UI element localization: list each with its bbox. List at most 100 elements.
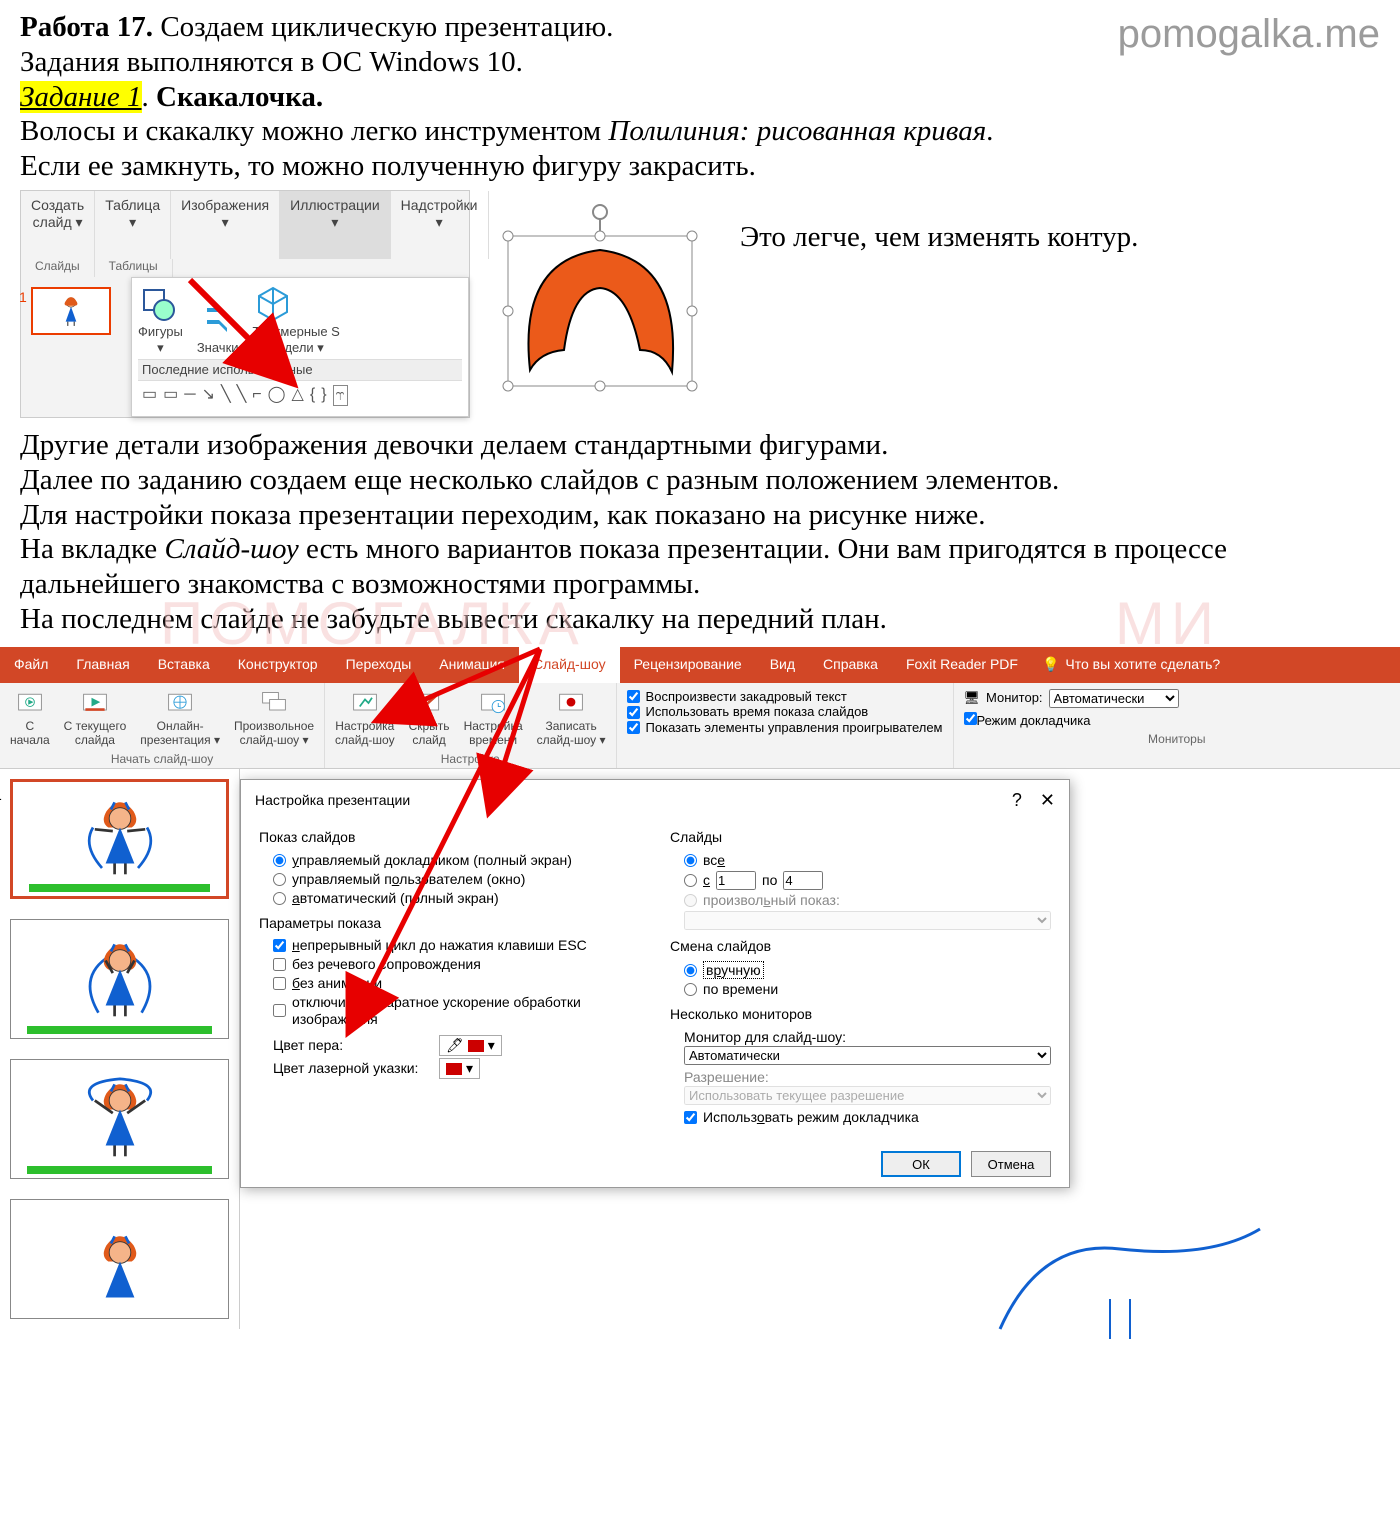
watermark: pomogalka.me	[1118, 10, 1380, 58]
close-icon[interactable]: ✕	[1040, 790, 1055, 812]
recent-shapes-header: Последние использованные	[138, 359, 462, 381]
ribbon-btn-newslide[interactable]: Создать слайд ▾	[21, 191, 95, 259]
girl-icon	[75, 1223, 165, 1318]
show-type-label: Показ слайдов	[259, 829, 640, 846]
radio-kiosk[interactable]: автоматический (полный экран)	[273, 890, 640, 907]
ribbon-tabs: Файл Главная Вставка Конструктор Переход…	[0, 647, 1400, 683]
ribbon-btn-images[interactable]: Изображения ▾	[171, 191, 280, 259]
radio-custom-show[interactable]: произвольный показ:	[684, 892, 1051, 909]
scribble-icon	[980, 1219, 1280, 1339]
drop-shapes[interactable]: Фигуры▾	[138, 284, 183, 355]
btn-record[interactable]: Записать слайд-шоу ▾	[537, 689, 606, 748]
chk-presenter-dialog[interactable]: Использовать режим докладчика	[684, 1109, 1051, 1126]
btn-setup-show[interactable]: Настройка слайд-шоу	[335, 689, 395, 748]
girl-icon	[55, 295, 87, 327]
slide-thumbnail[interactable]: 1	[31, 287, 111, 335]
radio-user[interactable]: управляемый пользователем (окно)	[273, 871, 640, 888]
radio-all[interactable]: все	[684, 852, 1051, 869]
slide-panel: 1 2	[0, 769, 240, 1329]
tell-me[interactable]: 💡 Что вы хотите сделать?	[1042, 656, 1220, 673]
tab-file[interactable]: Файл	[0, 647, 62, 683]
group-label: Начать слайд-шоу	[10, 752, 314, 766]
slide-thumb-1[interactable]: 1	[10, 779, 229, 899]
cancel-button[interactable]: Отмена	[971, 1151, 1051, 1177]
btn-rehearse[interactable]: Настройка времени	[464, 689, 523, 748]
ribbon-btn-illustrations[interactable]: Иллюстрации ▾	[280, 191, 391, 259]
girl-icon	[75, 1071, 165, 1166]
tab-design[interactable]: Конструктор	[224, 647, 332, 683]
monitor-icon: 🖥	[964, 690, 981, 706]
girl-icon	[75, 931, 165, 1026]
lightbulb-icon: 💡	[1042, 656, 1059, 673]
ok-button[interactable]: ОК	[881, 1151, 961, 1177]
spin-from[interactable]	[716, 871, 756, 890]
custom-show-select	[684, 911, 1051, 930]
mon-for-label: Монитор для слайд-шоу:	[684, 1029, 1051, 1046]
drop-3d[interactable]: Трехмерные S модели ▾	[253, 284, 340, 355]
ribbon: С начала С текущего слайда Онлайн- презе…	[0, 683, 1400, 769]
slide-thumb-2[interactable]: 2	[10, 919, 229, 1039]
shapes-icon	[138, 284, 178, 324]
monitor-select[interactable]: Автоматически	[1049, 689, 1179, 708]
help-icon[interactable]: ?	[1012, 790, 1022, 812]
btn-custom[interactable]: Произвольное слайд-шоу ▾	[234, 689, 314, 748]
laser-color-picker[interactable]: ▾	[439, 1058, 480, 1079]
powerpoint-app: Файл Главная Вставка Конструктор Переход…	[0, 647, 1400, 1329]
radio-presenter[interactable]: управляемый докладчиком (полный экран)	[273, 852, 640, 869]
btn-from-beginning[interactable]: С начала	[10, 689, 50, 748]
btn-online[interactable]: Онлайн- презентация ▾	[140, 689, 220, 748]
chk-disable-hw[interactable]: отключить аппаратное ускорение обработки…	[273, 994, 640, 1028]
radio-manual[interactable]: вручную	[684, 961, 1051, 980]
btn-from-current[interactable]: С текущего слайда	[64, 689, 127, 748]
shapes-dropdown: Фигуры▾ Значки Трехмерные	[131, 277, 469, 417]
ribbon-btn-addins[interactable]: Надстройки ▾	[391, 191, 489, 259]
easier-text: Это легче, чем изменять контур.	[740, 190, 1160, 418]
btn-hide-slide[interactable]: Скрыть слайд	[409, 689, 450, 748]
powerpoint-insert-ribbon: Создать слайд ▾ Таблица ▾ Изображения ▾ …	[20, 190, 470, 418]
tab-slideshow[interactable]: Слайд-шоу	[519, 647, 620, 683]
chk-media-controls[interactable]: Показать элементы управления проигрывате…	[627, 720, 943, 736]
show-options-label: Параметры показа	[259, 915, 640, 932]
icons-icon	[197, 300, 237, 340]
para1: Волосы и скакалку можно легко инструмент…	[20, 114, 1380, 184]
tab-view[interactable]: Вид	[756, 647, 809, 683]
tab-review[interactable]: Рецензирование	[620, 647, 756, 683]
tab-help[interactable]: Справка	[809, 647, 892, 683]
chk-loop[interactable]: непрерывный цикл до нажатия клавиши ESC	[273, 937, 640, 954]
task1-title: Скакалочка.	[149, 81, 323, 113]
setup-show-dialog: Настройка презентации ? ✕ Показ слайдов …	[240, 779, 1070, 1189]
ribbon-btn-table[interactable]: Таблица ▾	[95, 191, 171, 259]
drop-icons[interactable]: Значки	[197, 300, 239, 356]
recent-shapes[interactable]: ▭▭─↘╲╲⌐◯△{} ⥾	[138, 381, 462, 410]
pen-color-label: Цвет пера:	[273, 1037, 433, 1054]
pen-color-picker[interactable]: 🖊 ▾	[439, 1035, 502, 1056]
tab-insert[interactable]: Вставка	[144, 647, 224, 683]
chk-no-animation[interactable]: без анимации	[273, 975, 640, 992]
chk-narration[interactable]: Воспроизвести закадровый текст	[627, 689, 943, 705]
radio-from[interactable]: с	[684, 872, 710, 889]
tab-transitions[interactable]: Переходы	[332, 647, 426, 683]
group-label: Настройка	[335, 752, 606, 766]
spin-to[interactable]	[783, 871, 823, 890]
monitor-for-show[interactable]: Автоматически	[684, 1046, 1051, 1065]
resolution-select: Использовать текущее разрешение	[684, 1086, 1051, 1105]
slides-range-label: Слайды	[670, 829, 1051, 846]
girl-icon	[75, 789, 165, 884]
slide-thumb-3[interactable]: 3	[10, 1059, 229, 1179]
chk-presenter-view[interactable]: Режим докладчика	[964, 712, 1091, 729]
radio-timings[interactable]: по времени	[684, 981, 1051, 998]
task1-label: Задание 1	[20, 81, 142, 113]
document-body: Работа 17. Создаем циклическую презентац…	[0, 0, 1400, 637]
mid-paragraphs: Другие детали изображения девочки делаем…	[20, 428, 1380, 637]
tab-foxit[interactable]: Foxit Reader PDF	[892, 647, 1032, 683]
chk-no-narration[interactable]: без речевого сопровождения	[273, 956, 640, 973]
laser-color-label: Цвет лазерной указки:	[273, 1060, 433, 1077]
work-label: Работа 17.	[20, 11, 153, 43]
hair-shape-example	[490, 190, 720, 418]
slide-thumb-4[interactable]: 4	[10, 1199, 229, 1319]
group-tables: Таблицы	[95, 259, 173, 277]
tab-home[interactable]: Главная	[62, 647, 143, 683]
group-slides: Слайды	[21, 259, 95, 277]
chk-timings[interactable]: Использовать время показа слайдов	[627, 704, 943, 720]
tab-animation[interactable]: Анимация	[425, 647, 519, 683]
